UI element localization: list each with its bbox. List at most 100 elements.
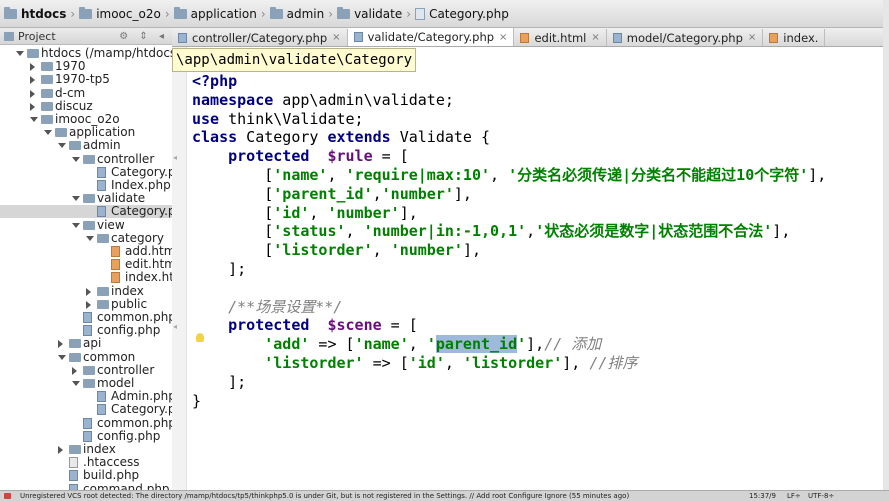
tree-item[interactable]: Admin.php xyxy=(0,390,176,403)
code-line[interactable]: } xyxy=(192,392,201,411)
close-tab-icon[interactable]: × xyxy=(499,32,507,43)
collapse-arrow-icon[interactable] xyxy=(58,446,63,454)
project-panel-header[interactable]: Project ⚙ ⇕ ◂ xyxy=(0,28,172,45)
code-line[interactable]: ['parent_id','number'], xyxy=(192,185,472,204)
tree-item[interactable]: index.htm xyxy=(0,271,186,284)
expand-arrow-icon[interactable] xyxy=(72,381,80,386)
panel-tools-icon[interactable]: ⚙ ⇕ ◂ xyxy=(119,31,172,42)
code-line[interactable]: ['listorder', 'number'], xyxy=(192,241,481,260)
expand-arrow-icon[interactable] xyxy=(72,222,80,228)
tree-item[interactable]: public xyxy=(0,297,172,311)
tree-item[interactable]: config.php xyxy=(0,324,172,337)
tree-item[interactable]: common.php xyxy=(0,311,176,324)
code-editor[interactable]: ◂ ◂ <?php namespace app\admin\validate; us… xyxy=(172,47,889,490)
code-line[interactable]: ['name', 'require|max:10', '分类名必须传递|分类名不… xyxy=(192,166,826,185)
tree-item[interactable]: edit.html xyxy=(0,258,179,271)
close-tab-icon[interactable]: × xyxy=(748,32,756,43)
code-token: // 添加 xyxy=(544,335,602,354)
tree-item[interactable]: index xyxy=(0,284,172,298)
expand-arrow-icon[interactable] xyxy=(44,130,52,136)
editor-tab[interactable]: index. xyxy=(763,29,826,46)
collapse-arrow-icon[interactable] xyxy=(86,300,91,309)
code-token: $scene xyxy=(327,316,382,335)
code-line[interactable]: namespace app\admin\validate; xyxy=(192,91,454,110)
code-line[interactable]: 'add' => ['name', 'parent_id'],// 添加 xyxy=(192,335,601,354)
code-line[interactable]: <?php xyxy=(192,72,237,91)
editor-tab[interactable]: model/Category.php × xyxy=(607,29,764,46)
code-line[interactable]: 'listorder' => ['id', 'listorder'], //排序 xyxy=(192,354,637,373)
code-line[interactable]: ['id', 'number'], xyxy=(192,204,418,223)
collapse-arrow-icon[interactable] xyxy=(72,366,77,375)
tree-item[interactable]: 1970-tp5 xyxy=(0,73,172,86)
tree-item[interactable]: common.php xyxy=(0,416,176,430)
code-line[interactable]: ]; xyxy=(192,260,246,279)
fold-icon[interactable]: ◂ xyxy=(173,153,177,162)
tree-item[interactable]: common xyxy=(0,350,172,364)
tree-item[interactable]: model xyxy=(0,377,172,390)
expand-arrow-icon[interactable] xyxy=(72,156,80,162)
warning-icon[interactable] xyxy=(4,493,11,499)
tree-item[interactable]: api xyxy=(0,337,172,350)
expand-arrow-icon[interactable] xyxy=(16,51,24,56)
code-line[interactable]: ['status', 'number|in:-1,0,1','状态必须是数字|状… xyxy=(192,222,790,241)
code-token: 'number' xyxy=(327,203,400,222)
collapse-arrow-icon[interactable] xyxy=(30,76,35,85)
code-line[interactable]: use think\Validate; xyxy=(192,110,364,129)
tree-item[interactable]: Index.php xyxy=(0,179,172,192)
editor-tab[interactable]: edit.html × xyxy=(514,29,607,46)
tree-item[interactable]: d-cm xyxy=(0,86,172,100)
tree-item[interactable]: htdocs (/mamp/htdocs xyxy=(0,47,176,60)
editor-tab[interactable]: validate/Category.php × xyxy=(347,28,515,46)
breadcrumb-item[interactable]: Category.php xyxy=(415,7,509,21)
tree-item[interactable]: config.php xyxy=(0,429,172,443)
right-scroll-strip[interactable] xyxy=(883,0,889,490)
expand-arrow-icon[interactable] xyxy=(58,143,66,149)
code-line[interactable]: /**场景设置**/ xyxy=(192,298,342,317)
collapse-arrow-icon[interactable] xyxy=(30,102,35,111)
tree-item-label: common.php xyxy=(97,310,176,324)
tree-item[interactable]: 1970 xyxy=(0,60,172,73)
close-tab-icon[interactable]: × xyxy=(591,32,599,43)
tree-item[interactable]: imooc_o2o xyxy=(0,113,172,126)
tree-item[interactable]: validate xyxy=(0,192,172,205)
tree-item[interactable]: Category.ph xyxy=(0,403,183,416)
close-tab-icon[interactable]: × xyxy=(332,32,340,43)
breadcrumb-item[interactable]: htdocs › xyxy=(4,6,75,21)
breadcrumb-label: htdocs xyxy=(21,6,67,21)
fold-icon[interactable]: ◂ xyxy=(173,322,177,331)
expand-arrow-icon[interactable] xyxy=(30,117,38,122)
php-file-icon xyxy=(415,7,426,20)
tree-item[interactable]: add.html xyxy=(0,245,179,258)
tree-item[interactable]: build.php xyxy=(0,469,172,482)
tree-item[interactable]: view xyxy=(0,218,172,232)
breadcrumb-item[interactable]: application › xyxy=(173,6,266,21)
breadcrumb-item[interactable]: validate › xyxy=(337,6,411,21)
tree-item[interactable]: Category.ph xyxy=(0,165,183,179)
editor-tab[interactable]: controller/Category.php × xyxy=(172,29,348,46)
collapse-arrow-icon[interactable] xyxy=(58,340,63,349)
code-line[interactable]: ]; xyxy=(192,373,246,392)
tree-item[interactable]: controller xyxy=(0,152,172,166)
code-line[interactable]: class Category extends Validate { xyxy=(192,128,490,147)
expand-arrow-icon[interactable] xyxy=(58,354,66,360)
breadcrumb-item[interactable]: imooc_o2o › xyxy=(79,6,170,21)
tree-item[interactable]: controller xyxy=(0,363,172,377)
expand-arrow-icon[interactable] xyxy=(86,235,94,241)
tree-item[interactable]: discuz xyxy=(0,99,172,113)
expand-arrow-icon[interactable] xyxy=(72,196,80,202)
tree-item[interactable]: category xyxy=(0,231,172,245)
tree-item[interactable]: admin xyxy=(0,139,172,152)
tree-item[interactable]: Category.ph xyxy=(0,205,183,219)
breadcrumb-item[interactable]: admin › xyxy=(269,6,333,21)
collapse-arrow-icon[interactable] xyxy=(30,63,35,72)
navigation-breadcrumb: htdocs › imooc_o2o › application › admin › valid… xyxy=(0,0,889,28)
tree-item[interactable]: .htaccess xyxy=(0,456,172,469)
tree-item[interactable]: index xyxy=(0,443,172,456)
code-line[interactable]: protected $rule = [ xyxy=(192,147,409,166)
tree-item[interactable]: application xyxy=(0,126,172,139)
collapse-arrow-icon[interactable] xyxy=(30,89,35,98)
collapse-arrow-icon[interactable] xyxy=(86,287,91,296)
code-line[interactable]: protected $scene = [ xyxy=(192,316,418,335)
code-token: 'name' xyxy=(354,335,409,354)
code-token: , xyxy=(327,166,346,184)
